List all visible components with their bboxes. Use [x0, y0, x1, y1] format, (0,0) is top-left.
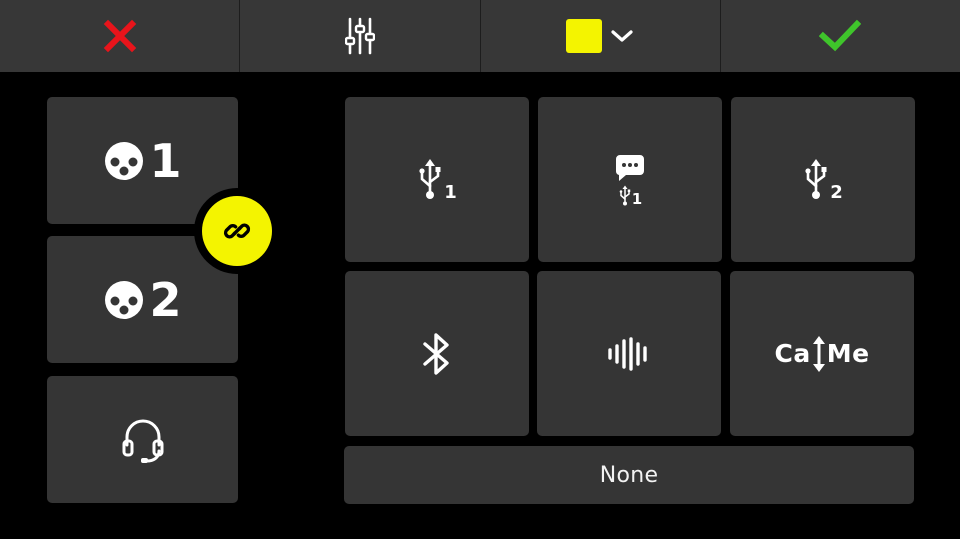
- headset-tile[interactable]: [47, 376, 238, 503]
- confirm-button[interactable]: [721, 0, 960, 72]
- mic-capsule-icon: [105, 141, 144, 180]
- mic-1-number: 1: [149, 133, 182, 188]
- usb-2-subscript: 2: [830, 181, 843, 203]
- chat-bubble-icon: [615, 154, 644, 181]
- top-toolbar: [0, 0, 960, 72]
- bluetooth-tile[interactable]: [345, 271, 529, 436]
- link-mics-button[interactable]: [194, 188, 280, 274]
- usb-icon: [419, 158, 441, 199]
- color-swatch: [566, 19, 603, 53]
- call-me-icon: Ca Me: [774, 335, 869, 373]
- none-label: None: [599, 462, 659, 488]
- color-select-button[interactable]: [481, 0, 721, 72]
- mixer-button[interactable]: [240, 0, 481, 72]
- call-me-tile[interactable]: Ca Me: [730, 271, 914, 436]
- routing-screen: 1 2 1 1 2 Ca Me None: [0, 0, 960, 539]
- usb-1-tile[interactable]: 1: [345, 97, 529, 262]
- audio-tile[interactable]: [537, 271, 721, 436]
- usb-1-subscript: 1: [444, 181, 457, 203]
- close-icon: [103, 19, 136, 53]
- sliders-icon: [344, 17, 375, 55]
- up-down-arrow-icon: [812, 335, 825, 372]
- mic-2-number: 2: [149, 272, 182, 327]
- usb-2-tile[interactable]: 2: [731, 97, 915, 262]
- link-icon: [223, 223, 251, 239]
- usb-icon: [805, 158, 827, 199]
- waveform-icon: [608, 336, 647, 371]
- headset-icon: [122, 419, 163, 463]
- none-tile[interactable]: None: [344, 446, 914, 504]
- cancel-button[interactable]: [0, 0, 241, 72]
- usb-1-chat-tile[interactable]: 1: [538, 97, 722, 262]
- mic-capsule-icon: [105, 280, 144, 319]
- chevron-down-icon: [611, 30, 633, 42]
- usb-1-chat-subscript: 1: [631, 189, 643, 208]
- check-icon: [819, 19, 862, 52]
- bluetooth-icon: [423, 332, 449, 375]
- usb-icon: [619, 185, 631, 205]
